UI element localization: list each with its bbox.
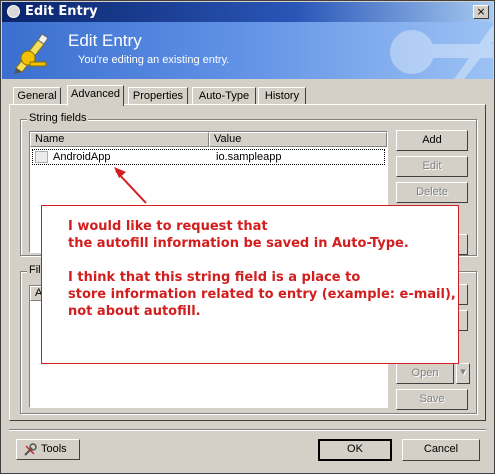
banner: Edit Entry You're editing an existing en… xyxy=(2,22,493,79)
annotation-line: store information related to entry (exam… xyxy=(68,287,456,302)
annotation-box: I would like to request that the autofil… xyxy=(41,205,459,364)
watermark-icon xyxy=(390,26,493,79)
tab-general[interactable]: General xyxy=(13,87,61,105)
edit-button[interactable]: Edit xyxy=(396,156,468,177)
edit-entry-window: Edit Entry × Edit Entry You're editing a… xyxy=(0,0,495,474)
keys-pen-icon xyxy=(14,33,49,74)
field-value: io.sampleapp xyxy=(216,151,282,163)
open-button[interactable]: Open xyxy=(396,363,454,384)
annotation-line: I would like to request that xyxy=(68,219,268,234)
annotation-line: not about autofill. xyxy=(68,304,201,319)
delete-button[interactable]: Delete xyxy=(396,182,468,203)
tab-advanced[interactable]: Advanced xyxy=(67,85,124,106)
table-row[interactable]: AndroidApp io.sampleapp xyxy=(32,149,385,165)
column-header-name[interactable]: Name xyxy=(30,132,209,147)
annotation-line: the autofill information be saved in Aut… xyxy=(68,236,409,251)
save-attachment-button[interactable]: Save xyxy=(396,389,468,410)
tools-button[interactable]: Tools xyxy=(16,439,80,460)
field-icon xyxy=(35,151,48,163)
annotation-line: I think that this string field is a plac… xyxy=(68,270,361,285)
window-title: Edit Entry xyxy=(25,4,98,19)
tab-auto-type[interactable]: Auto-Type xyxy=(192,87,256,105)
wrench-icon xyxy=(24,443,37,456)
tab-history[interactable]: History xyxy=(258,87,306,105)
title-bar[interactable]: Edit Entry × xyxy=(2,2,493,22)
banner-subtitle: You're editing an existing entry. xyxy=(78,54,230,66)
open-dropdown-button[interactable]: ▾ xyxy=(456,363,470,384)
field-name: AndroidApp xyxy=(53,151,111,163)
tools-label: Tools xyxy=(41,443,67,455)
column-header-value[interactable]: Value xyxy=(209,132,387,147)
string-fields-label: String fields xyxy=(27,112,89,124)
tab-properties[interactable]: Properties xyxy=(128,87,188,105)
close-button[interactable]: × xyxy=(473,5,489,19)
banner-title: Edit Entry xyxy=(68,31,142,50)
ok-button[interactable]: OK xyxy=(318,439,392,461)
add-button[interactable]: Add xyxy=(396,130,468,151)
footer-separator xyxy=(9,429,486,431)
app-icon xyxy=(7,5,20,18)
cancel-button[interactable]: Cancel xyxy=(402,439,480,461)
